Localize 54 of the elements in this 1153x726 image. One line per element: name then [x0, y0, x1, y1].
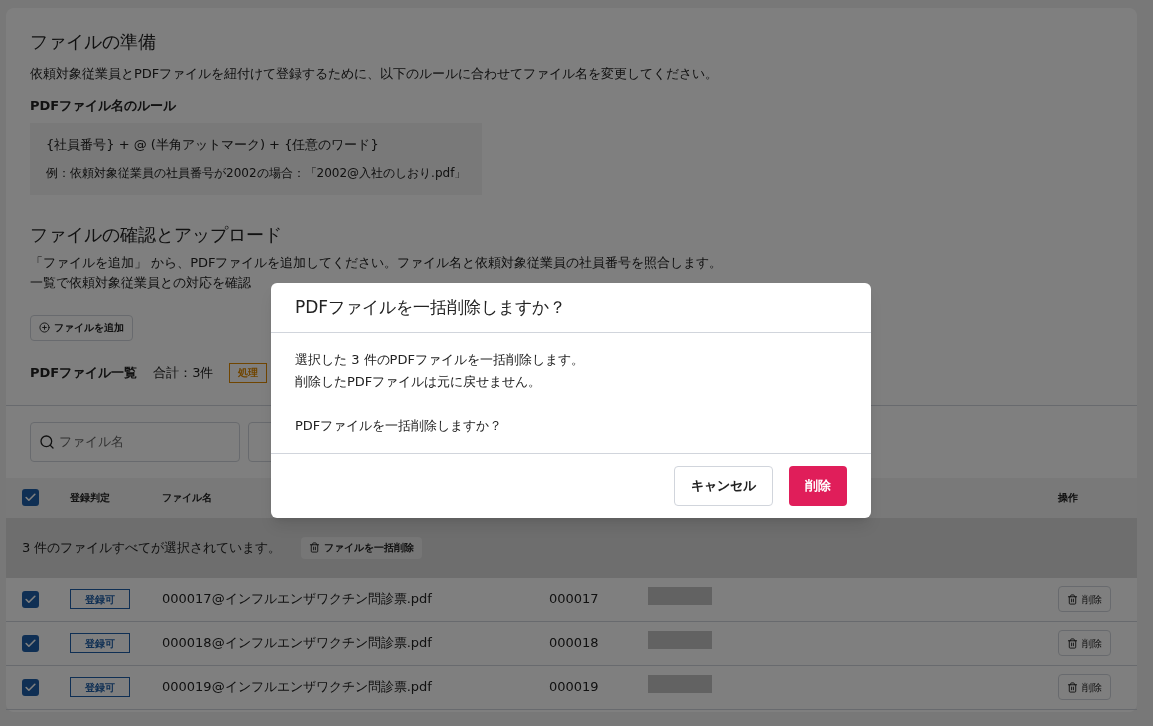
total-count: 合計：3件 — [153, 363, 214, 382]
section-title: ファイルの確認とアップロード — [30, 222, 283, 247]
dialog-title: PDFファイルを一括削除しますか？ — [271, 283, 871, 333]
table-cell-text: 000017 — [549, 590, 600, 609]
delete-button[interactable]: 削除 — [1058, 674, 1111, 700]
selection-text: 3 件のファイルすべてが選択されています。 — [22, 538, 282, 557]
list-title: PDFファイル一覧 — [30, 363, 138, 382]
search-input[interactable]: ファイル名 — [59, 431, 219, 452]
section-title: ファイルの準備 — [30, 30, 157, 54]
cancel-button[interactable]: キャンセル — [674, 466, 773, 506]
rule-title: PDFファイル名のルール — [30, 96, 178, 115]
blurred-text — [648, 631, 712, 650]
plus-circle-icon — [39, 322, 50, 333]
rule-formula: {社員番号} + @ (半角アットマーク) + {任意のワード} — [46, 136, 380, 154]
check-icon — [24, 680, 37, 694]
checkbox[interactable] — [22, 678, 39, 696]
status-badge: 登録可 — [70, 677, 130, 698]
trash-icon — [309, 542, 321, 553]
dialog-question: PDFファイルを一括削除しますか？ — [295, 417, 504, 435]
check-icon — [24, 592, 37, 606]
checkbox[interactable] — [22, 489, 39, 506]
status-badge: 登録可 — [70, 633, 130, 654]
status-badge: 登録可 — [70, 589, 130, 610]
check-icon — [24, 636, 37, 650]
blurred-text — [648, 587, 712, 606]
search-field[interactable]: ファイル名 — [30, 421, 240, 462]
dialog-text: 選択した 3 件のPDFファイルを一括削除します。 — [295, 351, 585, 369]
delete-button[interactable]: 削除 — [1058, 586, 1111, 612]
check-icon — [24, 491, 37, 504]
delete-button[interactable]: 削除 — [1058, 630, 1111, 656]
checkbox[interactable] — [22, 590, 39, 608]
table-cell-text: 000018 — [549, 634, 600, 653]
trash-icon — [1067, 637, 1078, 649]
column-header: ファイル名 — [162, 492, 212, 503]
table-cell-text: 000019 — [549, 678, 600, 697]
status-badge: 処理 — [229, 362, 268, 383]
checkbox[interactable] — [22, 634, 39, 652]
column-header: 操作 — [1058, 491, 1078, 505]
table-cell-text: 000019@インフルエンザワクチン問診票.pdf — [162, 678, 433, 697]
search-icon — [39, 433, 55, 450]
column-header: 登録判定 — [70, 492, 110, 503]
description-text: 「ファイルを追加」 から、PDFファイルを追加してください。ファイル名と依頼対象従業員の社員番号を照合します。 — [30, 253, 723, 272]
description-text: 依頼対象従業員とPDFファイルを紐付けて登録するために、以下のルールに合わせてファイル名を変更してください。 — [30, 65, 720, 83]
trash-icon — [1067, 681, 1078, 693]
table-cell-text: 000018@インフルエンザワクチン問診票.pdf — [162, 634, 433, 653]
table-cell-text: 000017@インフルエンザワクチン問診票.pdf — [162, 590, 433, 609]
delete-button[interactable]: 削除 — [789, 466, 847, 506]
dialog-text: 削除したPDFファイルは元に戻せません。 — [295, 373, 543, 391]
blurred-text — [648, 675, 712, 694]
add-file-button[interactable]: ファイルを追加 — [30, 314, 133, 341]
description-text: 一覧で依頼対象従業員との対応を確認 — [30, 273, 251, 292]
rule-example: 例：依頼対象従業員の社員番号が2002の場合：「2002@入社のしおり.pdf」 — [46, 164, 467, 182]
bulk-delete-button[interactable]: ファイルを一括削除 — [301, 536, 423, 559]
trash-icon — [1067, 593, 1078, 605]
